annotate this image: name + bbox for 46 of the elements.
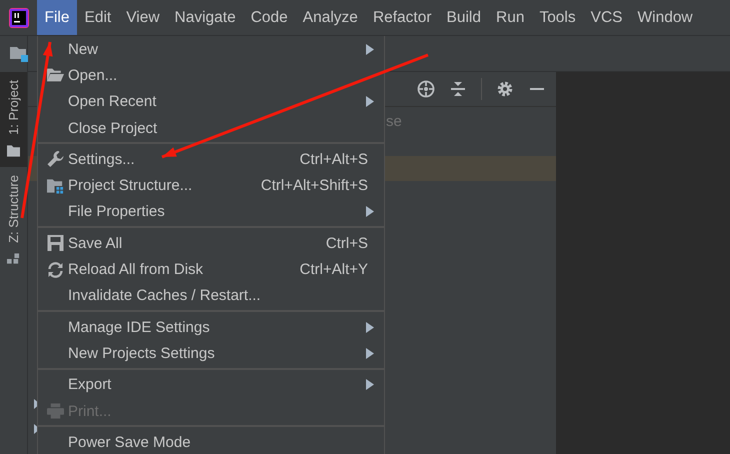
menu-item[interactable]: VCS — [583, 0, 630, 35]
menu-item[interactable]: New Projects Settings — [38, 340, 384, 367]
settings-icon[interactable] — [496, 80, 514, 98]
submenu-arrow-icon — [366, 44, 374, 55]
printer-icon — [46, 403, 64, 419]
tool-window-tab[interactable]: Z: Structure — [0, 166, 27, 275]
menu-item[interactable]: Open... — [38, 62, 384, 89]
menu-item[interactable]: File — [37, 0, 77, 35]
wrench-icon — [46, 151, 64, 168]
menu-item[interactable]: Settings... Ctrl+Alt+S — [38, 146, 384, 172]
menu-item[interactable]: Export — [38, 372, 384, 398]
menu-item[interactable]: Save All Ctrl+S — [38, 230, 384, 256]
menu-item[interactable]: Window — [630, 0, 700, 35]
folder-grid-icon — [46, 178, 64, 194]
tool-window-tab[interactable]: 1: Project — [0, 72, 27, 167]
menu-item[interactable]: Manage IDE Settings — [38, 314, 384, 340]
blocks-icon — [7, 252, 20, 265]
menu-item[interactable]: New — [38, 36, 384, 62]
menu-item[interactable]: Code — [243, 0, 296, 35]
menu-item[interactable]: Run — [488, 0, 532, 35]
locate-icon[interactable] — [417, 80, 435, 98]
menu-item[interactable]: Analyze — [295, 0, 366, 35]
submenu-arrow-icon — [366, 348, 374, 359]
menu-item[interactable]: Open Recent — [38, 88, 384, 115]
reload-icon — [46, 262, 64, 278]
menu-item[interactable]: Power Save Mode — [38, 429, 384, 454]
folder-icon[interactable] — [10, 45, 28, 63]
menu-item[interactable]: Refactor — [365, 0, 440, 35]
menu-item[interactable]: Edit — [76, 0, 119, 35]
menu-item[interactable]: Reload All from Disk Ctrl+Alt+Y — [38, 256, 384, 283]
folder-icon — [7, 144, 20, 157]
folder-icon — [46, 67, 64, 84]
collapse-icon[interactable] — [449, 80, 467, 98]
menu-item[interactable]: Invalidate Caches / Restart... — [38, 282, 384, 309]
submenu-arrow-icon — [366, 322, 374, 333]
menu-item[interactable]: Navigate — [167, 0, 244, 35]
menu-item[interactable]: File Properties — [38, 198, 384, 226]
app-logo-icon — [8, 8, 28, 28]
submenu-arrow-icon — [366, 206, 374, 218]
menu-item[interactable]: View — [118, 0, 168, 35]
menu-item[interactable]: Build — [439, 0, 488, 35]
submenu-arrow-icon — [366, 96, 374, 108]
menu-item[interactable]: Close Project — [38, 114, 384, 142]
menu-item[interactable]: Tools — [532, 0, 584, 35]
submenu-arrow-icon — [366, 379, 374, 390]
menu-item[interactable]: Project Structure... Ctrl+Alt+Shift+S — [38, 172, 384, 199]
